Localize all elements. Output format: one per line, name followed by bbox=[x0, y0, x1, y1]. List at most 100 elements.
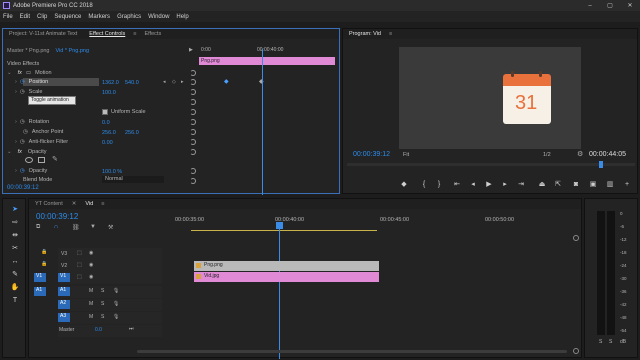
solo-right-button[interactable]: S bbox=[609, 339, 612, 345]
fit-dropdown[interactable]: Fit bbox=[403, 152, 429, 160]
expand-arrow-icon[interactable]: ⌄ bbox=[7, 149, 12, 155]
antiflicker-row[interactable]: › ◷ Anti-flicker Filter bbox=[15, 137, 68, 147]
settings-wrench-icon[interactable]: ⚒ bbox=[108, 224, 113, 231]
expand-arrow-icon[interactable]: › bbox=[15, 168, 17, 174]
expand-arrow-icon[interactable]: ⌄ bbox=[7, 70, 12, 76]
selection-tool-icon[interactable]: ➤ bbox=[9, 205, 21, 214]
anchor-row[interactable]: ◷ Anchor Point bbox=[23, 127, 63, 137]
panel-playhead[interactable] bbox=[262, 49, 263, 195]
horizontal-scroll-handle[interactable] bbox=[573, 348, 579, 354]
next-keyframe-icon[interactable]: ▸ bbox=[181, 79, 184, 85]
reset-icon[interactable] bbox=[190, 178, 196, 184]
panel-timecode[interactable]: 00:00:39:12 bbox=[7, 185, 39, 191]
type-tool-icon[interactable]: T bbox=[9, 296, 21, 305]
menu-window[interactable]: Window bbox=[148, 14, 169, 20]
reset-icon[interactable] bbox=[190, 129, 196, 135]
position-row[interactable]: › ◷ Position bbox=[15, 77, 48, 87]
mark-in-icon[interactable]: ◆ bbox=[398, 180, 410, 189]
master-value[interactable]: 0.0 bbox=[95, 327, 102, 333]
lock-icon[interactable]: 🔒 bbox=[41, 249, 47, 255]
stopwatch-icon[interactable]: ◷ bbox=[20, 89, 25, 95]
razor-tool-icon[interactable]: ✂ bbox=[9, 244, 21, 253]
anchor-x-value[interactable]: 256.0 bbox=[102, 130, 116, 136]
vertical-scroll-handle[interactable] bbox=[573, 235, 579, 241]
sync-lock-icon[interactable]: ⬚ bbox=[77, 262, 82, 268]
reset-icon[interactable] bbox=[190, 119, 196, 125]
mute-button[interactable]: M bbox=[89, 301, 93, 307]
master-skip-icon[interactable]: ⏭ bbox=[129, 326, 134, 332]
expand-arrow-icon[interactable]: › bbox=[15, 89, 17, 95]
clip-vid-v1[interactable]: Vid.jpg bbox=[194, 272, 379, 282]
snap-icon[interactable]: ∩ bbox=[54, 224, 58, 230]
play-icon[interactable]: ▶ bbox=[483, 180, 495, 189]
track-label-v1-box[interactable]: V1 bbox=[58, 273, 70, 282]
track-select-icon[interactable]: ⇨ bbox=[9, 218, 21, 227]
extract-icon[interactable]: ⇱ bbox=[552, 180, 564, 189]
source-patch-v1[interactable]: V1 bbox=[34, 273, 46, 282]
blend-mode-select[interactable]: Normal bbox=[102, 176, 164, 183]
expand-arrow-icon[interactable]: › bbox=[15, 139, 17, 145]
slip-tool-icon[interactable]: ↔ bbox=[9, 257, 21, 266]
go-to-out-icon[interactable]: ⇥ bbox=[515, 180, 527, 189]
stopwatch-icon[interactable]: ◷ bbox=[20, 119, 25, 125]
playhead-handle[interactable] bbox=[276, 222, 283, 229]
source-patch-a1[interactable]: A1 bbox=[34, 287, 46, 296]
linked-icon[interactable]: ⛓ bbox=[72, 224, 80, 231]
solo-button[interactable]: S bbox=[101, 288, 104, 294]
stopwatch-icon[interactable]: ◷ bbox=[23, 129, 28, 135]
expand-arrow-icon[interactable]: › bbox=[15, 79, 17, 85]
track-label-a3-box[interactable]: A3 bbox=[58, 313, 70, 322]
track-label-v2[interactable]: V2 bbox=[61, 263, 67, 269]
position-y-value[interactable]: 540.0 bbox=[125, 80, 139, 86]
menu-file[interactable]: File bbox=[3, 14, 13, 20]
resolution-dropdown[interactable]: 1/2 bbox=[543, 152, 565, 160]
voiceover-mic-icon[interactable]: 🎙 bbox=[113, 314, 119, 320]
minimize-button[interactable]: – bbox=[580, 3, 600, 9]
uniform-scale-checkbox[interactable] bbox=[102, 109, 108, 115]
compare-icon[interactable]: ▥ bbox=[604, 180, 616, 189]
tab-program[interactable]: Program: Vid bbox=[343, 29, 387, 39]
solo-button[interactable]: S bbox=[101, 301, 104, 307]
reset-icon[interactable] bbox=[190, 89, 196, 95]
panel-menu-icon[interactable]: ≡ bbox=[131, 29, 138, 39]
tab-effect-controls[interactable]: Effect Controls bbox=[83, 29, 131, 39]
scale-value[interactable]: 100.0 bbox=[102, 90, 116, 96]
pen-tool-icon[interactable]: ✎ bbox=[9, 270, 21, 279]
solo-left-button[interactable]: S bbox=[599, 339, 602, 345]
menu-help[interactable]: Help bbox=[176, 14, 188, 20]
sync-lock-icon[interactable]: ⬚ bbox=[77, 274, 82, 280]
mark-in-bracket-icon[interactable]: { bbox=[418, 180, 430, 189]
step-forward-icon[interactable]: ▸ bbox=[499, 180, 511, 189]
wrench-icon[interactable]: ⚙ bbox=[577, 150, 583, 158]
tab-yt-content[interactable]: YT Content bbox=[29, 199, 69, 209]
expand-arrow-icon[interactable]: › bbox=[15, 119, 17, 125]
voiceover-mic-icon[interactable]: 🎙 bbox=[113, 301, 119, 307]
marker-icon[interactable]: ▼ bbox=[90, 224, 96, 230]
opacity-section-row[interactable]: ⌄ fx Opacity bbox=[7, 147, 47, 157]
nest-icon[interactable]: ⧉ bbox=[36, 224, 40, 231]
reset-icon[interactable] bbox=[190, 168, 196, 174]
stopwatch-icon[interactable]: ◷ bbox=[20, 139, 25, 145]
maximize-button[interactable]: ▢ bbox=[600, 2, 620, 9]
reset-icon[interactable] bbox=[190, 79, 196, 85]
close-tab-icon[interactable]: ✕ bbox=[69, 199, 80, 209]
track-label-v3[interactable]: V3 bbox=[61, 251, 67, 257]
program-timecode[interactable]: 00:00:39:12 bbox=[353, 151, 390, 158]
program-scrubber[interactable] bbox=[347, 161, 635, 168]
antiflicker-value[interactable]: 0.00 bbox=[102, 140, 113, 146]
reset-icon[interactable] bbox=[190, 109, 196, 115]
vr-icon[interactable]: ▣ bbox=[587, 180, 599, 189]
timeline-horizontal-scrollbar[interactable] bbox=[137, 350, 567, 353]
tab-project[interactable]: Project: V-11st Animate Text bbox=[3, 29, 83, 39]
track-label-a2-box[interactable]: A2 bbox=[58, 300, 70, 309]
go-to-in-icon[interactable]: ⇤ bbox=[451, 180, 463, 189]
stopwatch-icon[interactable]: ◷ bbox=[20, 168, 25, 174]
work-area-bar[interactable] bbox=[191, 230, 377, 231]
camera-icon[interactable]: ◙ bbox=[570, 180, 582, 189]
tab-effects[interactable]: Effects bbox=[138, 29, 167, 39]
opacity-value[interactable]: 100.0 % bbox=[102, 169, 122, 175]
solo-button[interactable]: S bbox=[101, 314, 104, 320]
timeline-playhead[interactable] bbox=[279, 223, 280, 359]
clip-link[interactable]: Vid * Png.png bbox=[56, 48, 90, 54]
lift-icon[interactable]: ⏏ bbox=[536, 180, 548, 189]
